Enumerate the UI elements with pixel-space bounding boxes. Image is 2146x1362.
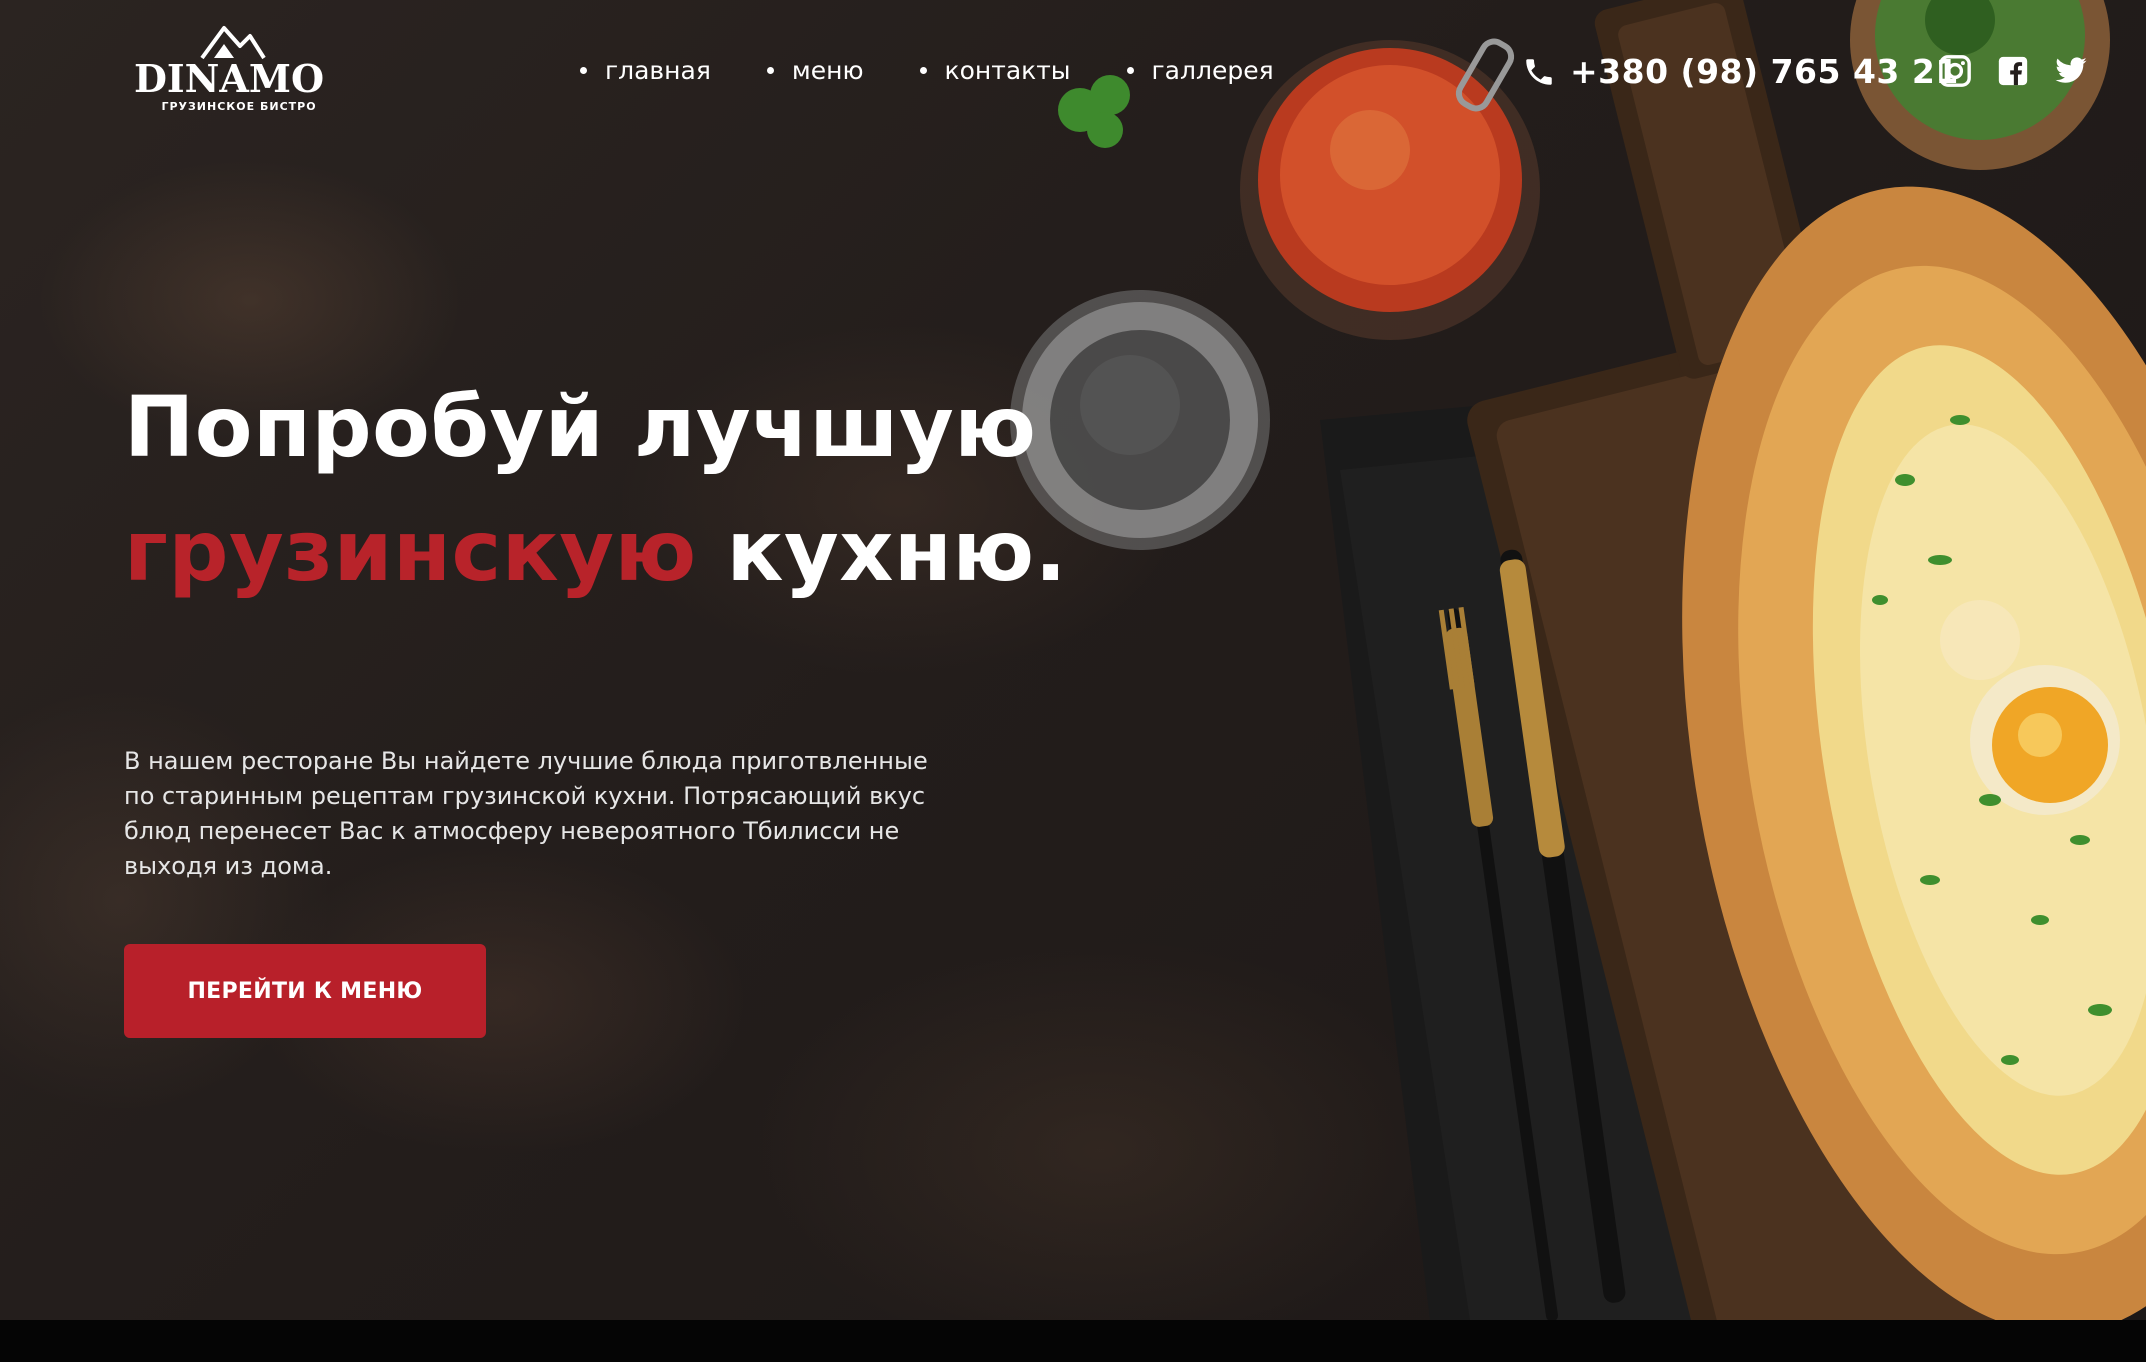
twitter-icon[interactable] — [2054, 54, 2088, 88]
brand-logo[interactable]: DINAMO ГРУЗИНСКОЕ БИСТРО — [124, 18, 334, 118]
bottom-bar — [0, 1320, 2146, 1362]
nav-item-contacts[interactable]: контакты — [919, 56, 1071, 85]
instagram-icon[interactable] — [1938, 54, 1972, 88]
logo-wordmark: DINAMO — [134, 56, 324, 101]
phone-icon — [1526, 58, 1552, 85]
hero-headline: Попробуй лучшую грузинскую кухню. — [124, 365, 1067, 613]
phone-contact[interactable]: +380 (98) 765 43 21 — [1522, 52, 1959, 91]
food-photo — [1010, 0, 2146, 1320]
social-links — [1938, 54, 2088, 88]
nav-bullet — [1126, 67, 1134, 74]
nav-bullet — [919, 67, 927, 74]
nav-item-label: главная — [605, 56, 711, 85]
headline-line-1: Попробуй лучшую — [124, 378, 1037, 476]
facebook-icon[interactable] — [1996, 54, 2030, 88]
phone-number: +380 (98) 765 43 21 — [1570, 52, 1959, 91]
hero-description: В нашем ресторане Вы найдете лучшие блюд… — [124, 747, 928, 880]
nav-item-label: контакты — [944, 56, 1071, 85]
go-to-menu-button[interactable]: ПЕРЕЙТИ К МЕНЮ — [124, 944, 486, 1038]
nav-item-gallery[interactable]: галлерея — [1126, 56, 1274, 85]
logo-subtitle: ГРУЗИНСКОЕ БИСТРО — [161, 100, 316, 113]
nav-item-home[interactable]: главная — [580, 56, 711, 85]
nav-item-label: меню — [791, 56, 864, 85]
nav-bullet — [580, 67, 587, 74]
nav-bullet — [766, 67, 774, 74]
nav-item-label: галлерея — [1151, 56, 1274, 85]
nav-item-menu[interactable]: меню — [766, 56, 864, 85]
headline-rest: кухню. — [696, 502, 1068, 600]
headline-accent: грузинскую — [124, 502, 697, 600]
hero-section: DINAMO ГРУЗИНСКОЕ БИСТРО главная меню ко… — [0, 0, 2146, 1320]
main-nav: главная меню контакты галлерея — [580, 56, 1330, 85]
